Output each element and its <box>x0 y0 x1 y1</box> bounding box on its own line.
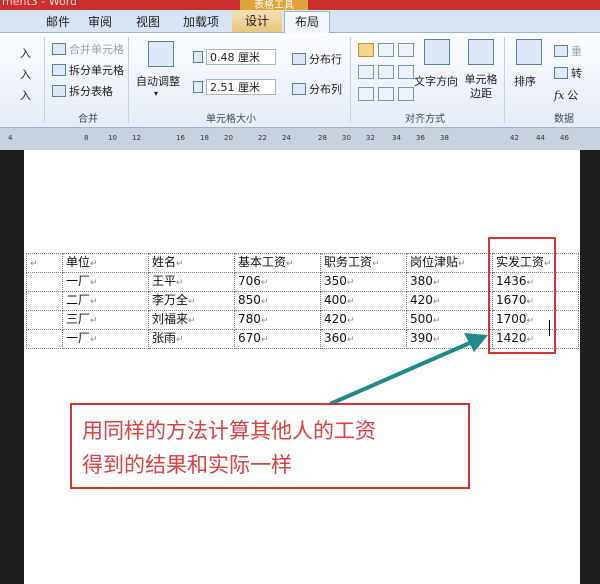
callout-line-1: 用同样的方法计算其他人的工资 <box>82 419 376 443</box>
annotation-arrow <box>329 333 488 406</box>
word-window: ment3 - Word 表格工具 邮件 审阅 视图 加载项 设计 布局 入 入… <box>0 0 600 584</box>
annotation-callout: 用同样的方法计算其他人的工资 得到的结果和实际一样 <box>70 403 470 489</box>
callout-line-2: 得到的结果和实际一样 <box>82 453 292 477</box>
arrow-line <box>329 340 473 406</box>
